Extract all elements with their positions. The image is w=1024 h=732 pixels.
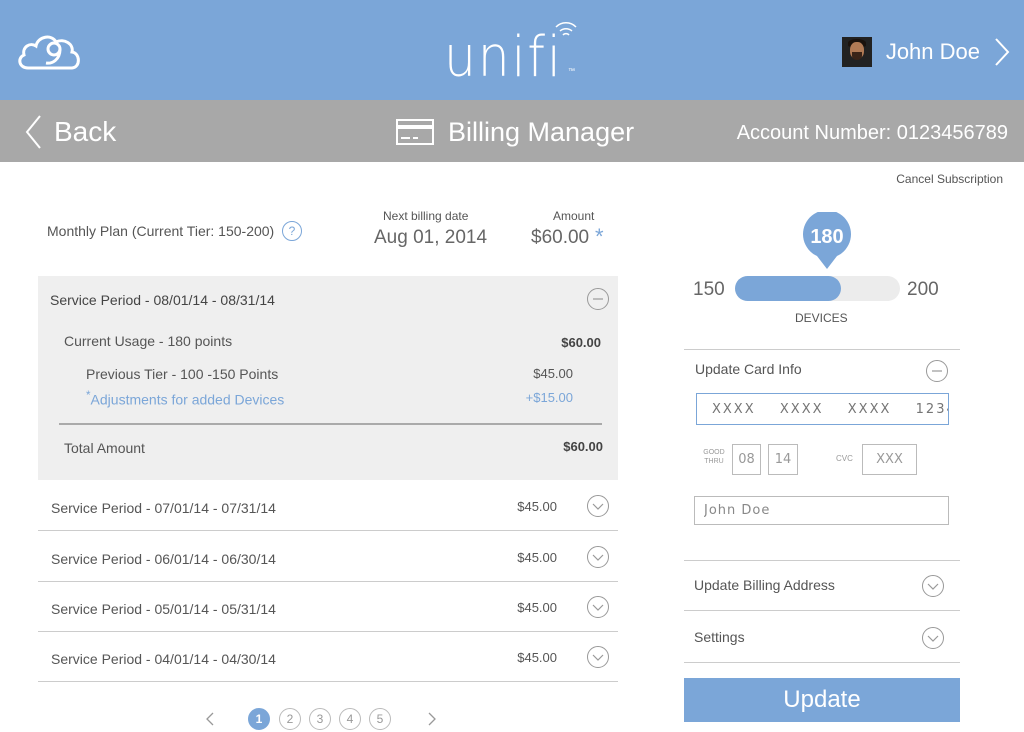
tier-max: 200 [907,279,939,300]
settings-section[interactable]: Settings [694,629,745,645]
chevron-down-icon[interactable] [587,646,609,668]
current-usage-label: Current Usage - 180 points [64,333,233,349]
page-title-text: Billing Manager [448,116,635,147]
divider [684,662,960,663]
adjustment-value: +$15.00 [525,390,573,405]
exp-month-field[interactable]: 08 [732,444,761,475]
tier-current-value: 180 [810,226,844,248]
divider [684,349,960,350]
user-menu[interactable]: John Doe [841,36,1010,68]
amount-asterisk: * [595,224,604,249]
user-name[interactable]: John Doe [886,39,980,65]
wifi-icon [555,22,577,36]
chevron-down-icon[interactable] [587,596,609,618]
page-4[interactable]: 4 [339,708,361,730]
collapse-icon[interactable] [587,288,609,310]
cloud-logo-icon[interactable] [16,30,82,72]
amount-value: $60.00 [531,227,590,248]
tier-bar [735,276,900,301]
service-period-row[interactable]: Service Period - 07/01/14 - 07/31/14 $45… [38,481,618,531]
exp-year-field[interactable]: 14 [768,444,798,475]
period-amount: $45.00 [517,600,557,615]
total-amount-label: Total Amount [64,440,145,456]
chevron-right-icon[interactable] [994,37,1010,67]
divider [684,560,960,561]
service-period-row[interactable]: Service Period - 05/01/14 - 05/31/14 $45… [38,582,618,632]
adjustment-text: Adjustments for added Devices [90,391,285,408]
devices-label: DEVICES [795,311,848,325]
previous-tier-label: Previous Tier - 100 -150 Points [86,366,279,382]
tier-min: 150 [693,279,725,300]
back-button[interactable]: Back [24,114,116,150]
period-label: Service Period - 07/01/14 - 07/31/14 [51,500,276,516]
update-billing-address[interactable]: Update Billing Address [694,577,835,593]
page-title: Billing Manager [396,114,634,150]
brand-text: unifi [444,25,563,90]
next-billing-date: Aug 01, 2014 [374,227,488,248]
chevron-down-icon[interactable] [587,546,609,568]
current-service-period: Service Period - 08/01/14 - 08/31/14 Cur… [38,276,618,480]
chevron-left-icon [25,115,41,149]
page-5[interactable]: 5 [369,708,391,730]
sub-header: Back Billing Manager Account Number: 012… [0,100,1024,162]
update-card-heading: Update Card Info [695,361,802,377]
service-period-row[interactable]: Service Period - 06/01/14 - 06/30/14 $45… [38,532,618,582]
next-page-icon[interactable] [427,710,437,728]
chevron-down-icon[interactable] [922,627,944,649]
avatar[interactable] [841,37,872,67]
prev-page-icon[interactable] [205,710,215,728]
brand-trademark: ™ [568,68,575,75]
pagination: 1 2 3 4 5 [200,708,450,732]
help-icon[interactable]: ? [282,221,302,241]
card-number-input[interactable] [696,393,949,425]
amount-label: Amount [553,209,595,223]
period-amount: $45.00 [517,650,557,665]
period-label: Service Period - 05/01/14 - 05/31/14 [51,601,276,617]
period-label: Service Period - 06/01/14 - 06/30/14 [51,551,276,567]
adjustment-label: *Adjustments for added Devices [86,389,284,408]
cardholder-name-input[interactable] [694,496,949,525]
total-amount-value: $60.00 [563,439,603,454]
divider [59,423,602,425]
page-3[interactable]: 3 [309,708,331,730]
current-usage-value: $60.00 [561,335,601,350]
good-thru-label: GOOD THRU [703,449,725,465]
period-title: Service Period - 08/01/14 - 08/31/14 [50,292,275,308]
service-period-row[interactable]: Service Period - 04/01/14 - 04/30/14 $45… [38,632,618,682]
account-number: Account Number: 0123456789 [736,122,1008,144]
plan-label: Monthly Plan (Current Tier: 150-200) [47,223,275,239]
page-2[interactable]: 2 [279,708,301,730]
page-1[interactable]: 1 [248,708,270,730]
top-bar: unifi ™ John Doe [0,0,1024,100]
divider [684,610,960,611]
credit-card-icon [396,119,434,145]
unifi-logo: unifi ™ [444,10,584,90]
back-label: Back [54,116,117,147]
previous-tier-value: $45.00 [533,366,573,381]
period-amount: $45.00 [517,550,557,565]
next-billing-label: Next billing date [383,209,469,223]
period-label: Service Period - 04/01/14 - 04/30/14 [51,651,276,667]
update-button[interactable]: Update [684,678,960,722]
cvc-label: CVC [836,454,853,463]
chevron-down-icon[interactable] [587,495,609,517]
collapse-icon[interactable] [926,360,948,382]
cvc-field[interactable]: XXX [862,444,917,475]
tier-bar-fill [735,276,841,301]
chevron-down-icon[interactable] [922,575,944,597]
cancel-subscription-link[interactable]: Cancel Subscription [896,172,1003,186]
period-amount: $45.00 [517,499,557,514]
